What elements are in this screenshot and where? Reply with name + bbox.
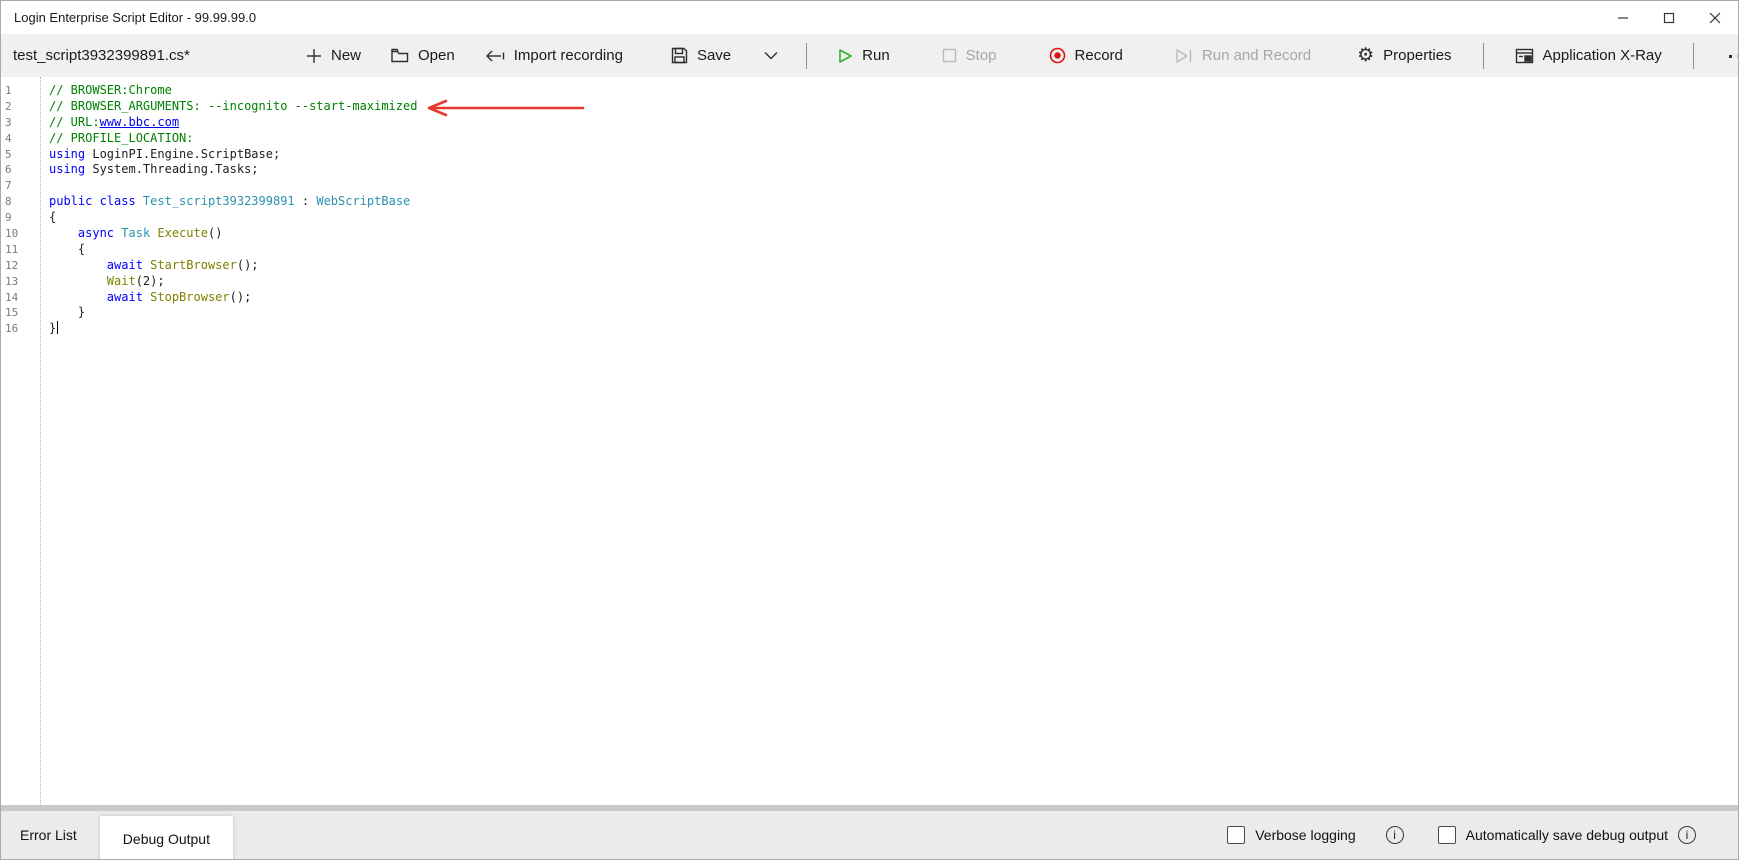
chevron-down-icon (764, 51, 778, 60)
stop-square-icon (942, 48, 957, 63)
maximize-button[interactable] (1646, 1, 1692, 34)
properties-button[interactable]: ⚙ Properties (1342, 34, 1466, 77)
code-line-10: async Task Execute() (49, 226, 1738, 242)
line-number: 11 (1, 242, 40, 258)
plus-icon (306, 48, 322, 64)
line-number: 13 (1, 274, 40, 290)
verbose-logging-info-icon[interactable]: i (1386, 826, 1404, 844)
run-button[interactable]: Run (823, 34, 905, 77)
run-button-label: Run (862, 47, 890, 64)
line-number: 3 (1, 115, 40, 131)
code-line-6: using System.Threading.Tasks; (49, 162, 1738, 178)
autosave-debug-info-icon[interactable]: i (1678, 826, 1696, 844)
properties-button-label: Properties (1383, 47, 1451, 64)
minimize-button[interactable] (1600, 1, 1646, 34)
line-number: 8 (1, 194, 40, 210)
line-number: 16 (1, 321, 40, 337)
save-button-label: Save (697, 47, 731, 64)
code-line-12: await StartBrowser(); (49, 258, 1738, 274)
close-button[interactable] (1692, 1, 1738, 34)
line-number: 15 (1, 305, 40, 321)
run-and-record-label: Run and Record (1202, 47, 1311, 64)
run-and-record-button[interactable]: Run and Record (1160, 34, 1326, 77)
toolbar-divider (806, 43, 807, 69)
code-line-15: } (49, 305, 1738, 321)
application-xray-icon (1515, 48, 1534, 64)
gear-icon: ⚙ (1357, 46, 1374, 65)
application-xray-button[interactable]: Application X-Ray (1500, 34, 1677, 77)
code-editor[interactable]: 12345678910111213141516 // BROWSER:Chrom… (1, 77, 1738, 805)
window-title: Login Enterprise Script Editor - 99.99.9… (1, 10, 1600, 25)
title-bar: Login Enterprise Script Editor - 99.99.9… (1, 1, 1738, 34)
record-button[interactable]: Record (1034, 34, 1138, 77)
text-cursor (57, 321, 58, 334)
toolbar-divider (1693, 43, 1694, 69)
more-options-button[interactable]: ... (1710, 41, 1739, 70)
line-number: 12 (1, 258, 40, 274)
import-arrow-icon (485, 49, 505, 63)
open-button-label: Open (418, 47, 455, 64)
line-number: 14 (1, 290, 40, 306)
application-xray-label: Application X-Ray (1543, 47, 1662, 64)
window-controls (1600, 1, 1738, 34)
new-button[interactable]: New (291, 34, 376, 77)
record-icon (1049, 47, 1066, 64)
code-line-9: { (49, 210, 1738, 226)
code-line-11: { (49, 242, 1738, 258)
code-line-2: // BROWSER_ARGUMENTS: --incognito --star… (49, 99, 1738, 115)
save-floppy-icon (671, 47, 688, 64)
code-line-14: await StopBrowser(); (49, 290, 1738, 306)
line-number: 10 (1, 226, 40, 242)
toolbar: test_script3932399891.cs* New Open Impor… (1, 34, 1738, 77)
autosave-debug-group: Automatically save debug output i (1438, 826, 1696, 844)
app-window: Login Enterprise Script Editor - 99.99.9… (0, 0, 1739, 860)
verbose-logging-label: Verbose logging (1255, 827, 1355, 843)
record-button-label: Record (1075, 47, 1123, 64)
minimize-icon (1617, 12, 1629, 24)
stop-button[interactable]: Stop (927, 34, 1012, 77)
code-line-13: Wait(2); (49, 274, 1738, 290)
bottom-panel-bar: Error List Debug Output Verbose logging … (1, 811, 1738, 859)
line-number: 4 (1, 131, 40, 147)
open-button[interactable]: Open (376, 34, 470, 77)
line-number: 6 (1, 162, 40, 178)
autosave-debug-label: Automatically save debug output (1466, 827, 1668, 843)
tab-debug-output[interactable]: Debug Output (100, 816, 233, 860)
save-button[interactable]: Save (656, 34, 746, 77)
verbose-logging-checkbox[interactable] (1227, 826, 1245, 844)
code-content[interactable]: // BROWSER:Chrome// BROWSER_ARGUMENTS: -… (41, 77, 1738, 805)
import-recording-label: Import recording (514, 47, 623, 64)
line-number-gutter: 12345678910111213141516 (1, 77, 41, 805)
close-icon (1709, 12, 1721, 24)
save-dropdown-button[interactable] (752, 34, 790, 77)
code-line-5: using LoginPI.Engine.ScriptBase; (49, 147, 1738, 163)
import-recording-button[interactable]: Import recording (470, 34, 638, 77)
new-button-label: New (331, 47, 361, 64)
line-number: 5 (1, 147, 40, 163)
toolbar-divider (1483, 43, 1484, 69)
folder-icon (391, 48, 409, 63)
debug-options: Verbose logging i Automatically save deb… (1227, 826, 1738, 844)
code-line-16: } (49, 321, 1738, 337)
code-line-7 (49, 178, 1738, 194)
line-number: 9 (1, 210, 40, 226)
line-number: 7 (1, 178, 40, 194)
line-number: 1 (1, 83, 40, 99)
tab-error-list[interactable]: Error List (3, 811, 94, 859)
code-line-3: // URL:www.bbc.com (49, 115, 1738, 131)
code-line-8: public class Test_script3932399891 : Web… (49, 194, 1738, 210)
maximize-icon (1663, 12, 1675, 24)
run-and-record-icon (1175, 48, 1193, 64)
line-number: 2 (1, 99, 40, 115)
code-line-4: // PROFILE_LOCATION: (49, 131, 1738, 147)
open-file-name: test_script3932399891.cs* (1, 47, 291, 64)
code-line-1: // BROWSER:Chrome (49, 83, 1738, 99)
stop-button-label: Stop (966, 47, 997, 64)
run-play-icon (838, 48, 853, 64)
verbose-logging-group: Verbose logging i (1227, 826, 1403, 844)
autosave-debug-checkbox[interactable] (1438, 826, 1456, 844)
